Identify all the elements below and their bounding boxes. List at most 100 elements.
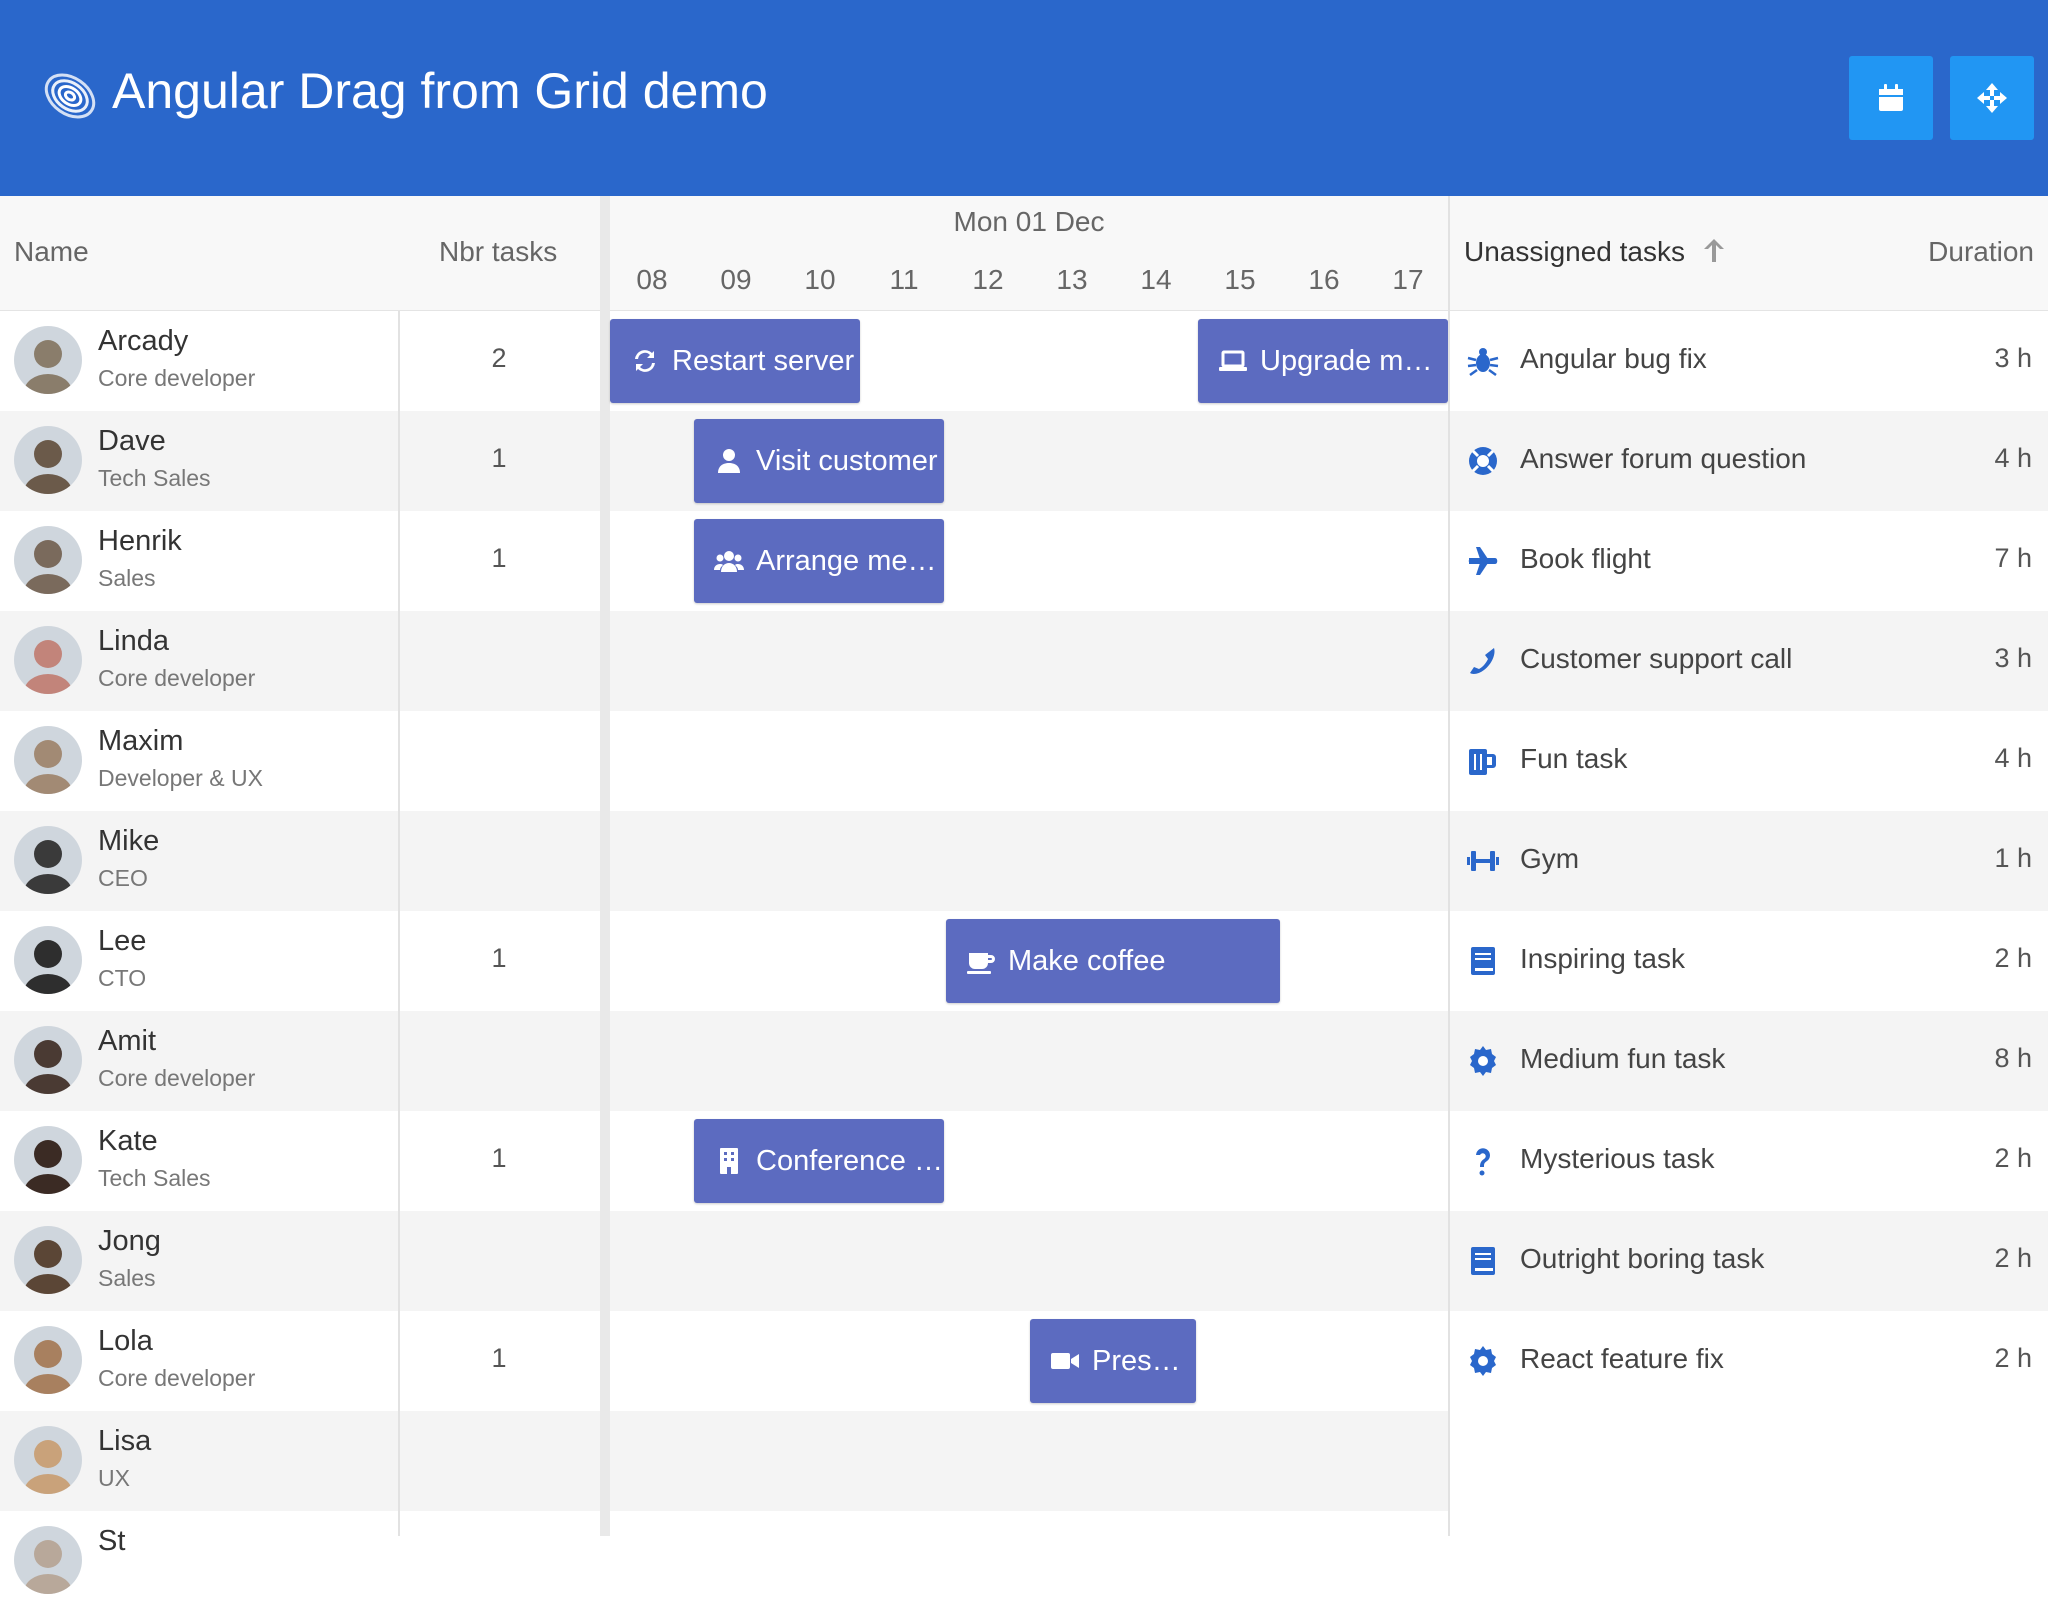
task-count: 1 bbox=[491, 943, 507, 973]
event-label: Upgrade me… bbox=[1260, 344, 1448, 377]
schedule-row[interactable] bbox=[610, 1511, 1448, 1611]
event-bar[interactable]: Make coffee bbox=[946, 919, 1280, 1003]
grid-splitter[interactable] bbox=[600, 196, 610, 1536]
grid-row[interactable]: Dave Tech Sales 1 bbox=[0, 411, 600, 511]
resource-role: Tech Sales bbox=[98, 1165, 211, 1191]
user-icon bbox=[718, 449, 740, 473]
unassigned-task-row[interactable]: Answer forum question 4 h bbox=[1450, 411, 2048, 511]
task-count: 1 bbox=[491, 1343, 507, 1373]
unassigned-task-row[interactable]: Outright boring task 2 h bbox=[1450, 1211, 2048, 1311]
hour-label: 15 bbox=[1224, 264, 1256, 295]
schedule-row[interactable] bbox=[610, 1411, 1448, 1511]
beer-icon bbox=[1469, 749, 1496, 775]
cog-icon bbox=[1470, 1046, 1496, 1076]
grid-row[interactable]: Maxim Developer & UX bbox=[0, 711, 600, 811]
event-bar[interactable]: Prese… bbox=[1030, 1319, 1196, 1403]
resource-name: Lisa bbox=[98, 1425, 152, 1457]
avatar bbox=[14, 826, 82, 894]
resource-role: UX bbox=[98, 1465, 130, 1491]
event-label: Arrange me… bbox=[756, 544, 937, 577]
drag-mode-button[interactable] bbox=[1950, 56, 2034, 140]
hour-label: 10 bbox=[804, 264, 836, 295]
grid-row[interactable]: Lola Core developer 1 bbox=[0, 1311, 600, 1411]
avatar bbox=[14, 1526, 82, 1594]
unassigned-task-row[interactable]: Book flight 7 h bbox=[1450, 511, 2048, 611]
resource-name: Kate bbox=[98, 1125, 158, 1157]
unassigned-task-row[interactable]: Medium fun task 8 h bbox=[1450, 1011, 2048, 1111]
dumbbell-icon bbox=[1467, 851, 1499, 871]
avatar bbox=[14, 526, 82, 594]
task-duration: 1 h bbox=[1994, 843, 2032, 873]
schedule-row[interactable] bbox=[610, 811, 1448, 911]
avatar bbox=[14, 426, 82, 494]
resource-name: Henrik bbox=[98, 525, 182, 557]
column-header-unassigned-tasks[interactable]: Unassigned tasks bbox=[1464, 236, 1685, 268]
column-header-name[interactable]: Name bbox=[14, 236, 89, 268]
unassigned-task-row[interactable]: Fun task 4 h bbox=[1450, 711, 2048, 811]
coffee-icon bbox=[967, 953, 995, 974]
resource-name: Lee bbox=[98, 925, 147, 957]
task-name: React feature fix bbox=[1520, 1343, 1724, 1374]
task-name: Inspiring task bbox=[1520, 943, 1685, 974]
hour-label: 09 bbox=[720, 264, 752, 295]
avatar bbox=[14, 326, 82, 394]
task-duration: 2 h bbox=[1994, 1143, 2032, 1173]
grid-row[interactable]: Jong Sales bbox=[0, 1211, 600, 1311]
task-count: 1 bbox=[491, 1143, 507, 1173]
column-header-nbr-tasks[interactable]: Nbr tasks bbox=[439, 236, 557, 268]
resource-name: Maxim bbox=[98, 725, 184, 757]
event-bar[interactable]: Visit customer bbox=[694, 419, 944, 503]
hour-label: 17 bbox=[1392, 264, 1424, 295]
event-bar[interactable]: Restart server bbox=[610, 319, 860, 403]
unassigned-task-row[interactable]: Angular bug fix 3 h bbox=[1450, 311, 2048, 411]
event-label: Visit customer bbox=[756, 444, 938, 477]
task-name: Gym bbox=[1520, 843, 1580, 874]
laptop-icon bbox=[1219, 350, 1247, 371]
hour-label: 08 bbox=[636, 264, 668, 295]
grid-row[interactable]: Arcady Core developer 2 bbox=[0, 311, 600, 411]
refresh-icon bbox=[635, 350, 655, 372]
event-label: Conference … bbox=[756, 1144, 943, 1177]
arrow-up-icon[interactable] bbox=[1700, 236, 1728, 264]
grid-row[interactable]: Lee CTO 1 bbox=[0, 911, 600, 1011]
event-bar[interactable]: Arrange me… bbox=[694, 519, 944, 603]
schedule-row[interactable] bbox=[610, 1211, 1448, 1311]
schedule-row[interactable] bbox=[610, 1311, 1448, 1411]
calendar-button[interactable] bbox=[1849, 56, 1933, 140]
task-duration: 4 h bbox=[1994, 743, 2032, 773]
grid-row[interactable]: Henrik Sales 1 bbox=[0, 511, 600, 611]
grid-row[interactable]: Kate Tech Sales 1 bbox=[0, 1111, 600, 1211]
unassigned-task-row[interactable]: Customer support call 3 h bbox=[1450, 611, 2048, 711]
question-icon bbox=[1476, 1148, 1490, 1176]
unassigned-task-row[interactable]: Mysterious task 2 h bbox=[1450, 1111, 2048, 1211]
resource-role: Core developer bbox=[98, 1065, 256, 1091]
event-bar[interactable]: Conference … bbox=[694, 1119, 944, 1203]
avatar bbox=[14, 1126, 82, 1194]
resource-role: Tech Sales bbox=[98, 465, 211, 491]
grid-row[interactable]: Lisa UX bbox=[0, 1411, 600, 1511]
event-bar[interactable]: Upgrade me… bbox=[1198, 319, 1448, 403]
phone-icon bbox=[1470, 648, 1495, 674]
unassigned-task-row[interactable]: Inspiring task 2 h bbox=[1450, 911, 2048, 1011]
grid-row[interactable]: St bbox=[0, 1511, 600, 1611]
task-name: Book flight bbox=[1520, 543, 1651, 574]
schedule-row[interactable] bbox=[610, 1011, 1448, 1111]
book-icon bbox=[1471, 1247, 1495, 1275]
resource-role: Sales bbox=[98, 565, 156, 591]
resource-name: Jong bbox=[98, 1225, 161, 1257]
unassigned-task-row[interactable]: Gym 1 h bbox=[1450, 811, 2048, 911]
schedule-row[interactable] bbox=[610, 711, 1448, 811]
grid-row[interactable]: Amit Core developer bbox=[0, 1011, 600, 1111]
grid-row[interactable]: Mike CEO bbox=[0, 811, 600, 911]
page-title: Angular Drag from Grid demo bbox=[112, 63, 768, 119]
unassigned-task-row[interactable]: React feature fix 2 h bbox=[1450, 1311, 2048, 1411]
event-label: Restart server bbox=[672, 344, 855, 377]
unassigned-header: Unassigned tasks Duration bbox=[1450, 196, 2048, 311]
task-duration: 7 h bbox=[1994, 543, 2032, 573]
grid-row[interactable]: Linda Core developer bbox=[0, 611, 600, 711]
unassigned-tasks-grid: Unassigned tasks Duration Angular bug fi… bbox=[1448, 196, 2048, 1536]
schedule-row[interactable] bbox=[610, 611, 1448, 711]
resource-name: Mike bbox=[98, 825, 160, 857]
task-count: 1 bbox=[491, 443, 507, 473]
column-header-duration[interactable]: Duration bbox=[1928, 236, 2034, 268]
